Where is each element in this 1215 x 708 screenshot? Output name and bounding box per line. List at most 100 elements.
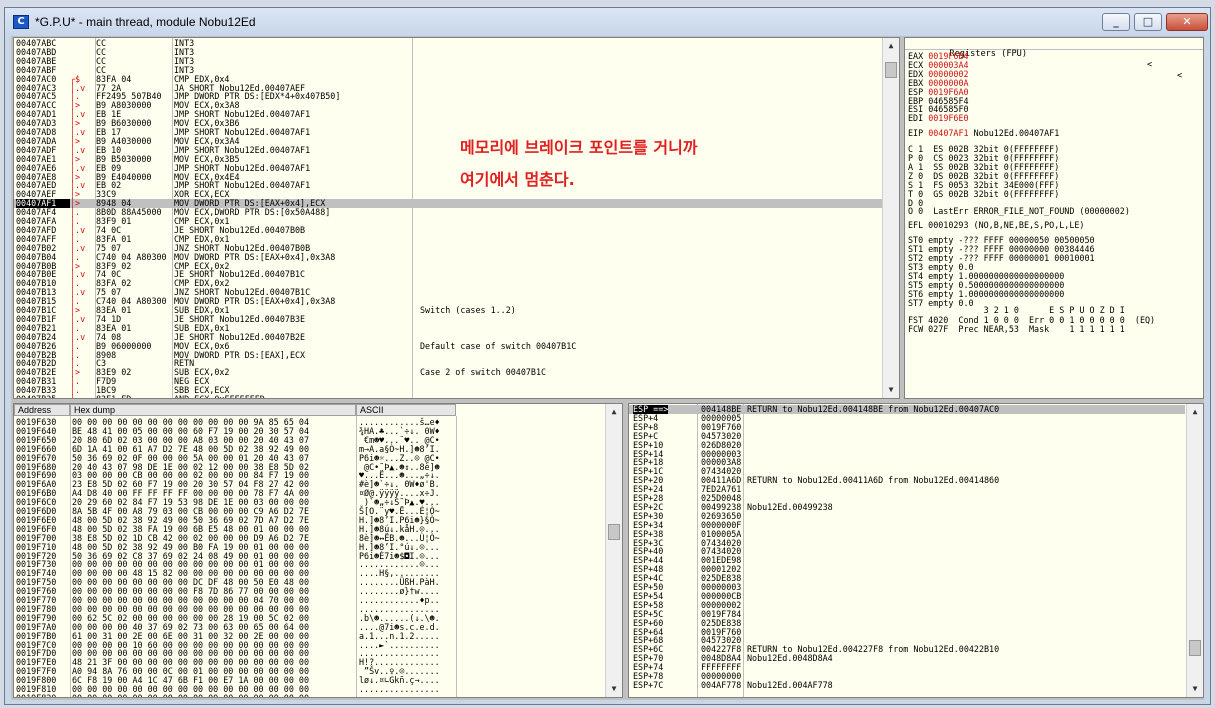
instruction-text: XOR ECX,ECX: [174, 190, 230, 200]
disassembly-row[interactable]: 00407AC0 ┌$ 83FA 04 CMP EDX,0x4: [14, 74, 882, 84]
register-symbol: Nobu12Ed.00407AF1: [973, 128, 1060, 139]
disassembly-row[interactable]: 00407B31 │. F7D9 NEG ECX: [14, 377, 882, 386]
stack-scrollbar[interactable]: ▲ ▼: [1186, 404, 1203, 697]
instruction-comment: Switch (cases 1..2): [420, 305, 516, 315]
disassembly-row[interactable]: 00407AFD │.v 74 0C JE SHORT Nobu12Ed.00407B…: [14, 225, 882, 235]
disassembly-row[interactable]: 00407ABE CC INT3: [14, 56, 882, 66]
instruction-text: MOV ECX,0x6: [174, 341, 230, 351]
scroll-thumb[interactable]: [1189, 640, 1201, 656]
fpu-control-word[interactable]: FCW 027F Prec NEAR,53 Mask 1 1 1 1 1 1: [908, 325, 1125, 334]
disassembly-row[interactable]: 00407B1F │.v 74 1D JE SHORT Nobu12Ed.00407B…: [14, 314, 882, 324]
register-eip[interactable]: EIP 00407AF1 Nobu12Ed.00407AF1: [908, 129, 1059, 138]
column-header-hex[interactable]: Hex dump: [70, 404, 356, 416]
instruction-text: JMP SHORT Nobu12Ed.00407AF1: [174, 128, 311, 137]
stack-comment: Nobu12Ed.0048D8A4: [747, 653, 833, 664]
instruction-bytes: 33C9: [96, 190, 117, 200]
disassembly-row[interactable]: 00407B0B │> 83F9 02 CMP ECX,0x2: [14, 261, 882, 271]
disassembly-row[interactable]: 00407AC3 │.v 77 2A JA SHORT Nobu12Ed.00407A…: [14, 83, 882, 93]
disassembly-row[interactable]: 00407B04 │. C740 04 A80300 MOV DWORD PTR DS…: [14, 252, 882, 262]
instruction-text: JE SHORT Nobu12Ed.00407B0B: [174, 225, 306, 235]
disassembly-row[interactable]: 00407B21 │. 83EA 01 SUB EDX,0x1: [14, 323, 882, 333]
disassembly-row[interactable]: 00407B2E │> 83E9 02 SUB ECX,0x2 Case 2 of sw…: [14, 368, 882, 377]
disassembly-row[interactable]: 00407ABC CC INT3: [14, 39, 882, 48]
disassembly-row[interactable]: 00407B0E │.v 74 0C JE SHORT Nobu12Ed.00407B…: [14, 270, 882, 279]
stack-pane[interactable]: ESP ==> 004148BE RETURN to Nobu12Ed.004148…: [628, 403, 1204, 698]
stack-row[interactable]: ESP+7C 004AF778 Nobu12Ed.004AF778: [629, 680, 1185, 690]
disassembly-row[interactable]: 00407AD1 │.v EB 1E JMP SHORT Nobu12Ed.00407…: [14, 110, 882, 119]
instruction-bytes: 83F9 02: [96, 261, 132, 271]
column-header-ascii[interactable]: ASCII: [356, 404, 456, 416]
disassembly-row[interactable]: 00407AC5 │. FF2495 507B40 JMP DWORD PTR DS:…: [14, 92, 882, 101]
next-view-icon[interactable]: <: [1177, 71, 1182, 82]
scroll-up-icon[interactable]: ▲: [606, 404, 622, 420]
minimize-button[interactable]: _: [1102, 13, 1130, 31]
flag-line[interactable]: T 0 GS 002B 32bit 0(FFFFFFFF): [908, 189, 1059, 199]
instruction-text: JMP SHORT Nobu12Ed.00407AF1: [174, 163, 311, 173]
stack-comment: RETURN to Nobu12Ed.004148BE from Nobu12E…: [747, 404, 1000, 414]
eflags-line[interactable]: EFL 00010293 (NO,B,NE,BE,S,PO,L,LE): [908, 221, 1084, 230]
disassembly-row[interactable]: 00407B2B │. 8908 MOV DWORD PTR DS:[EAX],ECX: [14, 350, 882, 360]
disassembly-row[interactable]: 00407AE8 │> B9 E4040000 MOV ECX,0x4E4: [14, 172, 882, 182]
scroll-thumb[interactable]: [885, 62, 897, 78]
instruction-text: MOV ECX,0x3A8: [174, 101, 240, 111]
scroll-down-icon[interactable]: ▼: [606, 681, 622, 697]
disassembly-row[interactable]: 00407B10 │. 83FA 02 CMP EDX,0x2: [14, 279, 882, 288]
instruction-bytes: EB 1E: [96, 110, 122, 120]
disassembly-row[interactable]: 00407AF4 │. 8B0D 88A45000 MOV ECX,DWORD PTR…: [14, 208, 882, 217]
registers-pane[interactable]: Registers (FPU) < < EAX 0019F6B4 ECX 0000…: [904, 37, 1204, 399]
disassembly-row[interactable]: 00407AED │.v EB 02 JMP SHORT Nobu12Ed.00407…: [14, 181, 882, 190]
instruction-text: JMP SHORT Nobu12Ed.00407AF1: [174, 110, 311, 120]
instruction-bytes: CC: [96, 39, 107, 48]
disassembly-row[interactable]: 00407AF1 │> 8948 04 MOV DWORD PTR DS:[EAX+0…: [14, 199, 882, 209]
disassembly-row[interactable]: 00407B33 │. 1BC9 SBB ECX,ECX: [14, 386, 882, 395]
disassembly-row[interactable]: 00407B1C │> 83EA 01 SUB EDX,0x1 Switch (case…: [14, 306, 882, 315]
scroll-down-icon[interactable]: ▼: [883, 382, 899, 398]
disassembly-row[interactable]: 00407AE6 │.v EB 09 JMP SHORT Nobu12Ed.00407…: [14, 163, 882, 173]
disassembly-row[interactable]: 00407B26 │. B9 06000000 MOV ECX,0x6 Default …: [14, 341, 882, 351]
prev-view-icon[interactable]: <: [1147, 60, 1152, 71]
disassembly-row[interactable]: 00407B35 │. 83E1 FDAND ECX,0xFFFFFFFD: [14, 394, 882, 399]
disassembly-row[interactable]: 00407AFF │. 83FA 01 CMP EDX,0x1: [14, 234, 882, 244]
disassembly-scrollbar[interactable]: ▲ ▼: [882, 38, 899, 398]
disassembly-row[interactable]: 00407AD8 │.v EB 17 JMP SHORT Nobu12Ed.00407…: [14, 128, 882, 137]
flag-line[interactable]: O 0 LastErr ERROR_FILE_NOT_FOUND (000000…: [908, 207, 1130, 216]
instruction-text: SUB EDX,0x1: [174, 323, 230, 333]
dump-row[interactable]: 0019F820 00 00 00 00 00 00 00 00 00 00 00…: [14, 692, 604, 698]
scroll-up-icon[interactable]: ▲: [883, 38, 899, 54]
memory-dump-pane[interactable]: Address Hex dump ASCII 0019F630 00 00 00 …: [13, 403, 623, 698]
disassembly-row[interactable]: 00407ABF CC INT3: [14, 65, 882, 75]
dump-ascii: ................: [359, 692, 440, 698]
instruction-comment: Case 2 of switch 00407B1C: [420, 367, 547, 378]
registers-header[interactable]: Registers (FPU) < <: [905, 38, 1203, 81]
disassembly-row[interactable]: 00407B02 │.v 75 07 JNZ SHORT Nobu12Ed.00407…: [14, 243, 882, 253]
jump-arrow: │.: [70, 394, 81, 399]
disassembly-row[interactable]: 00407ADF │.v EB 10 JMP SHORT Nobu12Ed.00407…: [14, 145, 882, 155]
stack-comment: RETURN to Nobu12Ed.00411A6D from Nobu12E…: [747, 475, 1000, 486]
disassembly-row[interactable]: 00407ADA │> B9 A4030000 MOV ECX,0x3A4: [14, 136, 882, 146]
annotation-line-2: 여기에서 멈춘다.: [460, 170, 575, 189]
scroll-down-icon[interactable]: ▼: [1187, 681, 1203, 697]
disassembly-row[interactable]: 00407ABD CC INT3: [14, 47, 882, 57]
instruction-bytes: C3: [96, 359, 107, 369]
maximize-button[interactable]: □: [1134, 13, 1162, 31]
disassembly-row[interactable]: 00407AFA │. 83F9 01 CMP ECX,0x1: [14, 217, 882, 226]
disassembly-row[interactable]: 00407B13 │.v 75 07 JNZ SHORT Nobu12Ed.00407…: [14, 288, 882, 297]
instruction-text: SBB ECX,ECX: [174, 386, 230, 395]
disassembly-row[interactable]: 00407ACC │> B9 A8030000 MOV ECX,0x3A8: [14, 101, 882, 110]
scroll-thumb[interactable]: [608, 524, 620, 540]
disassembly-row[interactable]: 00407AE1 │> B9 B5030000 MOV ECX,0x3B5: [14, 154, 882, 164]
instruction-bytes: F7D9: [96, 377, 117, 387]
instruction-bytes: 74 08: [96, 332, 122, 342]
disassembly-pane[interactable]: 00407ABC CC INT3 00407ABD CC INT3 00407ABE CC IN…: [13, 37, 900, 399]
close-button[interactable]: ✕: [1166, 13, 1208, 31]
title-bar[interactable]: C *G.P.U* - main thread, module Nobu12Ed…: [5, 8, 1210, 36]
scroll-up-icon[interactable]: ▲: [1187, 404, 1203, 420]
instruction-bytes: 83FA 02: [96, 279, 132, 289]
instruction-text: JMP SHORT Nobu12Ed.00407AF1: [174, 181, 311, 191]
register-edi[interactable]: EDI 0019F6E0: [908, 114, 969, 123]
column-header-address[interactable]: Address: [14, 404, 70, 416]
dump-scrollbar[interactable]: ▲ ▼: [605, 404, 622, 697]
instruction-bytes: FF2495 507B40: [96, 92, 162, 102]
disassembly-row[interactable]: 00407AEF │> 33C9 XOR ECX,ECX: [14, 190, 882, 199]
disassembly-row[interactable]: 00407AD3 │> B9 B6030000 MOV ECX,0x3B6: [14, 119, 882, 128]
